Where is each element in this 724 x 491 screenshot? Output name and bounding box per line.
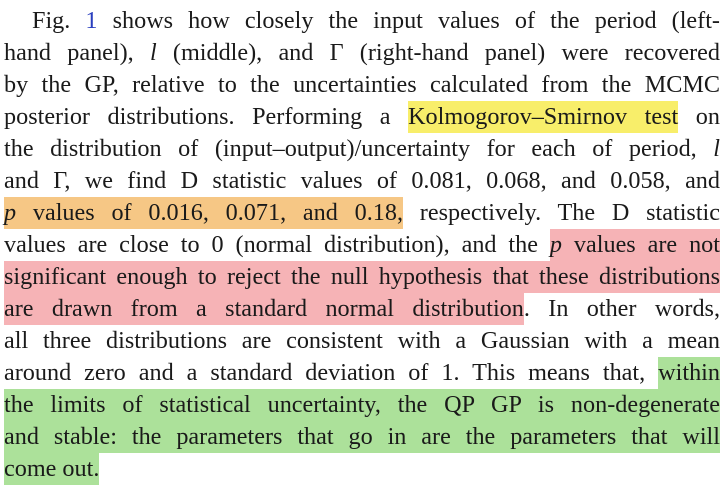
text-line: p values of 0.016, 0.071, and 0.18, resp… <box>4 197 720 229</box>
highlighted-text: within <box>658 357 720 389</box>
text-line: by the GP, relative to the uncertainties… <box>4 69 720 101</box>
text-line: hand panel), l (middle), and Γ (right-ha… <box>4 37 720 69</box>
text-run: and Γ, we find D statistic values of 0.0… <box>4 167 720 194</box>
figure-reference-link[interactable]: 1 <box>85 7 97 34</box>
text-line: are drawn from a standard normal distrib… <box>4 293 720 325</box>
text-run: on <box>678 103 720 130</box>
highlighted-text: significant enough to reject the null hy… <box>4 261 720 293</box>
text-run: l <box>713 135 720 162</box>
highlighted-text: are drawn from a standard normal distrib… <box>4 293 524 325</box>
text-line: and stable: the parameters that go in ar… <box>4 421 720 453</box>
text-line: come out. <box>4 453 720 485</box>
text-run: . In other words, <box>523 295 720 322</box>
text-run: around zero and a standard deviation of … <box>4 359 659 386</box>
text-run: shows how closely the input values of th… <box>97 7 720 34</box>
text-run: values are close to 0 (normal distributi… <box>4 231 550 258</box>
highlighted-text: values are not <box>562 229 720 261</box>
text-run: by the GP, relative to the uncertainties… <box>4 71 720 98</box>
text-run: (middle), and Γ (right-hand panel) were … <box>156 39 720 66</box>
highlighted-text: the limits of statistical uncertainty, t… <box>4 389 720 421</box>
text-run: Fig. <box>32 7 86 34</box>
highlighted-text: values of 0.016, 0.071, and 0.18, <box>16 197 403 229</box>
text-line: the limits of statistical uncertainty, t… <box>4 389 720 421</box>
text-line: significant enough to reject the null hy… <box>4 261 720 293</box>
text-run: posterior distributions. Performing a <box>4 103 409 130</box>
text-line: values are close to 0 (normal distributi… <box>4 229 720 261</box>
highlighted-text: come out. <box>4 453 100 485</box>
text-run: all three distributions are consistent w… <box>4 327 720 354</box>
text-run: hand panel), <box>4 39 150 66</box>
text-line: the distribution of (input–output)/uncer… <box>4 133 720 165</box>
highlighted-text: p <box>4 197 17 229</box>
text-line: posterior distributions. Performing a Ko… <box>4 101 720 133</box>
highlighted-text: Kolmogorov–Smirnov test <box>408 101 679 133</box>
text-line: Fig. 1 shows how closely the input value… <box>4 5 720 37</box>
text-run: respectively. The D statistic <box>403 199 721 226</box>
text-line: and Γ, we find D statistic values of 0.0… <box>4 165 720 197</box>
highlighted-text: and stable: the parameters that go in ar… <box>4 421 720 453</box>
text-run: l <box>149 39 157 66</box>
text-run: the distribution of (input–output)/uncer… <box>4 135 714 162</box>
text-line: around zero and a standard deviation of … <box>4 357 720 389</box>
highlighted-text: p <box>549 229 562 261</box>
text-line: all three distributions are consistent w… <box>4 325 720 357</box>
